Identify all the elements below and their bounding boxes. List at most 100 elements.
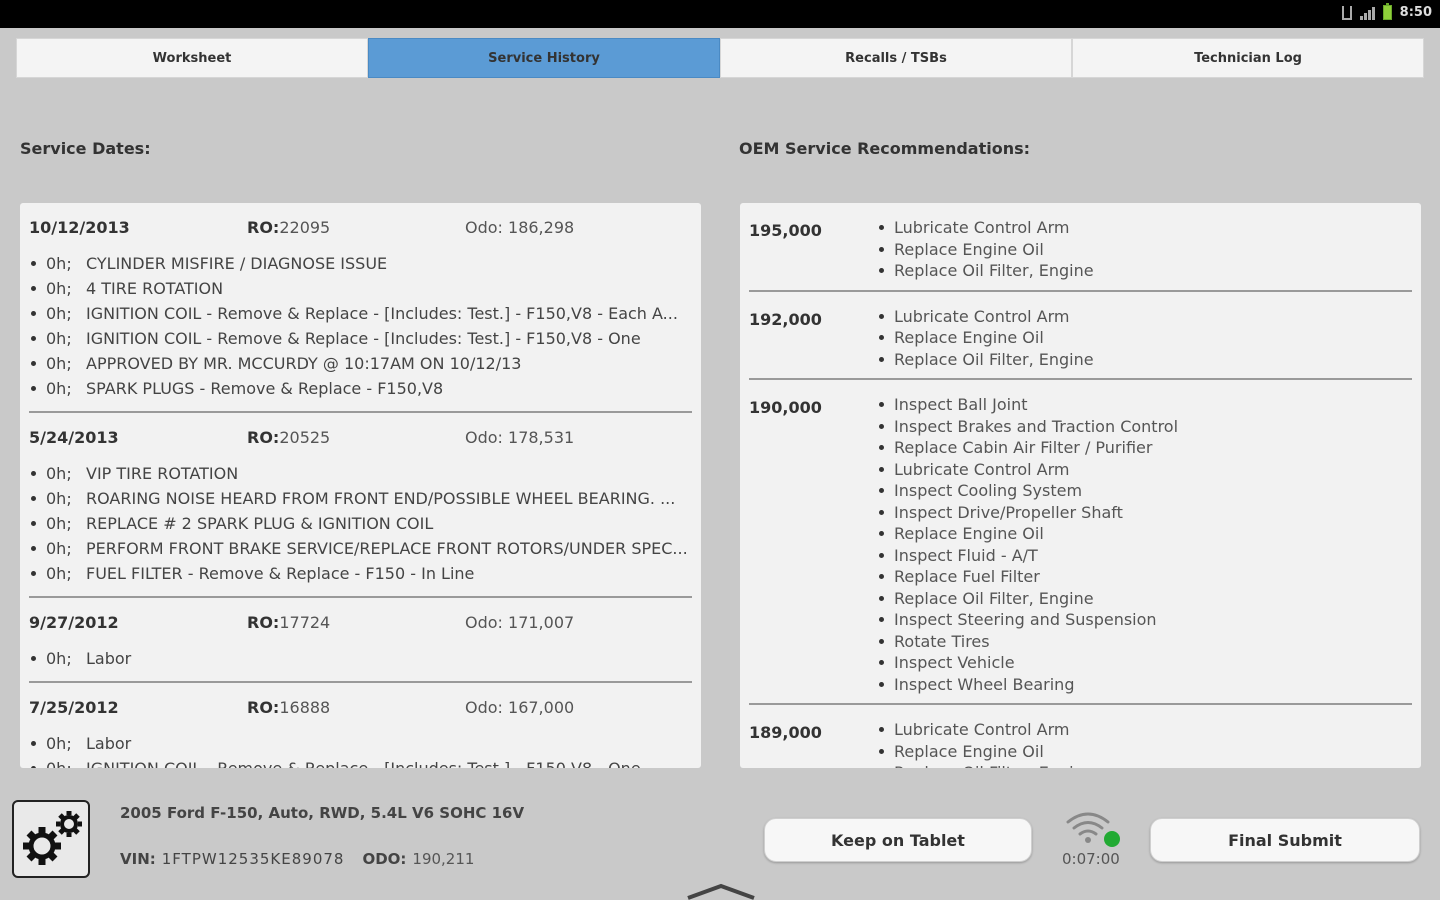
recommendation-text: Replace Engine Oil bbox=[894, 524, 1044, 544]
recommendation-text: Inspect Fluid - A/T bbox=[894, 545, 1038, 565]
recommendation-item: Replace Oil Filter, Engine bbox=[879, 588, 1412, 610]
settings-button[interactable] bbox=[12, 800, 90, 878]
labor-hours: 0h; bbox=[46, 734, 72, 753]
recommendation-entry[interactable]: 189,000 Lubricate Control Arm Replace Engi… bbox=[749, 705, 1412, 768]
recommendation-text: Inspect Steering and Suspension bbox=[894, 610, 1157, 630]
connection-status-dot bbox=[1104, 831, 1120, 847]
chevron-up-icon[interactable] bbox=[686, 880, 756, 900]
labor-hours: 0h; bbox=[46, 564, 72, 583]
gears-icon bbox=[23, 811, 82, 865]
bullet-icon bbox=[879, 638, 884, 644]
service-line-item: 0h; SPARK PLUGS - Remove & Replace - F150… bbox=[29, 376, 692, 401]
recommendation-item: Replace Engine Oil bbox=[879, 239, 1412, 261]
vehicle-identifiers: VIN: 1FTPW12535KE89078 ODO: 190,211 bbox=[120, 850, 474, 868]
service-entry[interactable]: 7/25/2012RO:16888Odo: 167,0000h;Labor0h;… bbox=[29, 683, 692, 768]
service-line-item: 0h; CYLINDER MISFIRE / DIAGNOSE ISSUE bbox=[29, 251, 692, 276]
recommendation-text: Inspect Ball Joint bbox=[894, 395, 1028, 415]
service-description: Labor bbox=[86, 734, 132, 753]
service-description: VIP TIRE ROTATION bbox=[86, 464, 239, 483]
service-description: ROARING NOISE HEARD FROM FRONT END/POSSI… bbox=[86, 489, 676, 508]
recommendation-item: Inspect Cooling System bbox=[879, 480, 1412, 502]
service-line-item: 0h; IGNITION COIL - Remove & Replace - [I… bbox=[29, 326, 692, 351]
service-entry[interactable]: 5/24/2013 RO:20525 Odo: 178,531 0h; VIP TIRE… bbox=[29, 413, 692, 598]
service-description: SPARK PLUGS - Remove & Replace - F150,V8 bbox=[86, 379, 444, 398]
oem-recommendations-list[interactable]: 195,000 Lubricate Control Arm Replace Engi… bbox=[740, 203, 1421, 768]
bullet-icon bbox=[31, 261, 36, 266]
odo-value: 190,211 bbox=[412, 850, 475, 868]
service-line-item: 0h;IGNITION COIL - Remove & Replace - [I… bbox=[29, 756, 692, 768]
recommendation-text: Inspect Drive/Propeller Shaft bbox=[894, 502, 1123, 522]
labor-hours: 0h; bbox=[46, 354, 72, 373]
labor-hours: 0h; bbox=[46, 464, 72, 483]
vin-label: VIN: bbox=[120, 850, 156, 868]
bullet-icon bbox=[31, 311, 36, 316]
service-history-list[interactable]: 10/12/2013 RO:22095 Odo: 186,298 0h; CYLINDE… bbox=[20, 203, 701, 768]
bullet-icon bbox=[31, 656, 36, 661]
recommendation-item: Replace Oil Filter, Engine bbox=[879, 349, 1412, 371]
service-description: Labor bbox=[86, 649, 132, 668]
service-line-item: 0h; Labor bbox=[29, 646, 692, 671]
service-line-item: 0h; REPLACE # 2 SPARK PLUG & IGNITION COI… bbox=[29, 511, 692, 536]
service-description: IGNITION COIL - Remove & Replace - [Incl… bbox=[86, 304, 678, 323]
service-line-item: 0h; PERFORM FRONT BRAKE SERVICE/REPLACE F… bbox=[29, 536, 692, 561]
service-entry[interactable]: 10/12/2013 RO:22095 Odo: 186,298 0h; CYLINDE… bbox=[29, 203, 692, 413]
recommendation-item: Replace Oil Filter, Engine bbox=[879, 260, 1412, 282]
recommendation-text: Inspect Wheel Bearing bbox=[894, 674, 1075, 694]
recommendation-entry[interactable]: 195,000 Lubricate Control Arm Replace Engi… bbox=[749, 203, 1412, 292]
recommendation-item: Replace Fuel Filter bbox=[879, 566, 1412, 588]
service-odometer: Odo: 178,531 bbox=[465, 427, 575, 447]
service-line-item: 0h; VIP TIRE ROTATION bbox=[29, 461, 692, 486]
oem-recommendations-title: OEM Service Recommendations: bbox=[739, 139, 1031, 158]
recommendation-item: Inspect Drive/Propeller Shaft bbox=[879, 502, 1412, 524]
bullet-icon bbox=[879, 574, 884, 580]
bullet-icon bbox=[879, 225, 884, 231]
final-submit-button[interactable]: Final Submit bbox=[1150, 818, 1420, 862]
recommendation-text: Lubricate Control Arm bbox=[894, 459, 1070, 479]
keep-on-tablet-button[interactable]: Keep on Tablet bbox=[764, 818, 1032, 862]
service-description: IGNITION COIL - Remove & Replace - [Incl… bbox=[86, 329, 641, 348]
bullet-icon bbox=[879, 660, 884, 666]
recommendation-text: Lubricate Control Arm bbox=[894, 720, 1070, 740]
service-date: 10/12/2013 bbox=[29, 217, 130, 237]
service-description: CYLINDER MISFIRE / DIAGNOSE ISSUE bbox=[86, 254, 388, 273]
service-line-item: 0h; ROARING NOISE HEARD FROM FRONT END/PO… bbox=[29, 486, 692, 511]
recommendation-text: Rotate Tires bbox=[894, 631, 990, 651]
ro-number: 16888 bbox=[279, 697, 331, 717]
bullet-icon bbox=[31, 361, 36, 366]
recommendation-entry[interactable]: 192,000 Lubricate Control Arm Replace Engi… bbox=[749, 292, 1412, 380]
tab-service-history[interactable]: Service History bbox=[368, 38, 720, 78]
bullet-icon bbox=[31, 766, 36, 768]
odo-label: ODO: bbox=[362, 850, 407, 868]
ro-number: 17724 bbox=[279, 612, 331, 632]
bullet-icon bbox=[31, 546, 36, 551]
recommendation-text: Replace Engine Oil bbox=[894, 239, 1044, 259]
tab-technician-log[interactable]: Technician Log bbox=[1072, 38, 1424, 78]
bullet-icon bbox=[879, 595, 884, 601]
bullet-icon bbox=[31, 571, 36, 576]
labor-hours: 0h; bbox=[46, 279, 72, 298]
tab-bar: Worksheet Service History Recalls / TSBs… bbox=[16, 38, 1424, 78]
tab-worksheet[interactable]: Worksheet bbox=[16, 38, 368, 78]
recommendation-text: Replace Oil Filter, Engine bbox=[894, 588, 1094, 608]
repair-order: RO:17724 bbox=[247, 613, 465, 632]
labor-hours: 0h; bbox=[46, 254, 72, 273]
recommendation-item: Lubricate Control Arm bbox=[879, 719, 1412, 741]
service-entry[interactable]: 9/27/2012 RO:17724 Odo: 171,007 0h; Labor bbox=[29, 598, 692, 683]
service-odometer: Odo: 186,298 bbox=[465, 217, 575, 237]
ro-number: 20525 bbox=[279, 427, 331, 447]
service-odometer: Odo: 167,000 bbox=[465, 697, 575, 717]
recommendation-mileage: 195,000 bbox=[749, 221, 822, 240]
recommendation-item: Lubricate Control Arm bbox=[879, 459, 1412, 481]
tab-recalls-tsbs[interactable]: Recalls / TSBs bbox=[720, 38, 1072, 78]
recommendation-entry[interactable]: 190,000 Inspect Ball Joint Inspect Brakes … bbox=[749, 380, 1412, 705]
vin-value: 1FTPW12535KE89078 bbox=[161, 850, 345, 868]
ro-label: RO: bbox=[247, 217, 280, 237]
vehicle-description: 2005 Ford F-150, Auto, RWD, 5.4L V6 SOHC… bbox=[120, 804, 525, 822]
labor-hours: 0h; bbox=[46, 539, 72, 558]
battery-icon bbox=[1382, 3, 1392, 20]
labor-hours: 0h; bbox=[46, 759, 86, 768]
labor-hours: 0h; bbox=[46, 329, 72, 348]
signal-icon bbox=[1359, 6, 1375, 20]
service-line-item: 0h; 4 TIRE ROTATION bbox=[29, 276, 692, 301]
service-date: 7/25/2012 bbox=[29, 697, 119, 717]
